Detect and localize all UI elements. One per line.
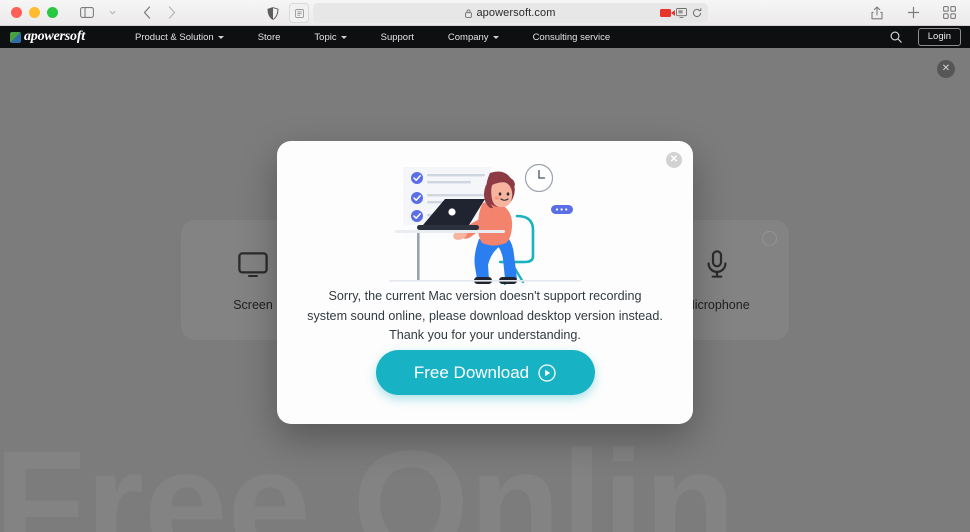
screen-share-icon[interactable]	[676, 8, 687, 18]
window-maximize-button[interactable]	[47, 7, 58, 18]
free-download-label: Free Download	[413, 362, 530, 382]
browser-right-controls	[866, 0, 960, 25]
browser-toolbar: apowersoft.com	[0, 0, 970, 26]
logo-mark-icon	[10, 31, 21, 43]
logo-text: apowersoft	[24, 29, 86, 44]
empty-circle-icon[interactable]	[762, 231, 777, 246]
reader-view-icon[interactable]	[289, 3, 309, 23]
back-button[interactable]	[136, 3, 158, 23]
nav-item-company[interactable]: Company	[431, 32, 516, 43]
microphone-icon	[706, 248, 728, 282]
source-card-label: Microphone	[684, 298, 750, 312]
nav-item-topic[interactable]: Topic	[297, 32, 363, 43]
url-field[interactable]: apowersoft.com	[313, 3, 708, 23]
window-close-button[interactable]	[11, 7, 22, 18]
nav-item-label: Store	[257, 31, 281, 43]
site-navigation-bar: apowersoft Product & Solution Store Topi…	[0, 26, 970, 48]
forward-button[interactable]	[161, 3, 183, 23]
modal-actions: Free Download	[277, 350, 693, 395]
sidebar-dropdown-icon[interactable]	[101, 3, 123, 23]
free-download-button[interactable]: Free Download	[375, 350, 595, 395]
nav-item-support[interactable]: Support	[364, 32, 431, 43]
chevron-down-icon	[217, 35, 224, 39]
nav-item-consulting-service[interactable]: Consulting service	[516, 32, 628, 43]
plus-icon[interactable]	[902, 3, 924, 23]
tab-grid-icon[interactable]	[938, 3, 960, 23]
url-text: apowersoft.com	[476, 7, 556, 19]
nav-item-product-solution[interactable]: Product & Solution	[118, 32, 241, 43]
chevron-down-icon	[492, 35, 499, 39]
camera-recording-icon[interactable]	[660, 9, 675, 17]
play-circle-icon	[538, 363, 556, 382]
nav-item-label: Product & Solution	[135, 31, 214, 43]
browser-nav-controls	[76, 3, 183, 23]
monitor-icon	[238, 248, 268, 282]
login-button[interactable]: Login	[917, 28, 961, 46]
source-card-label: Screen	[233, 298, 273, 312]
nav-item-label: Support	[380, 31, 414, 43]
reload-icon[interactable]	[692, 8, 702, 18]
screen-root: apowersoft.com apowersoft Product & Solu…	[0, 0, 970, 532]
page-close-button[interactable]: ✕	[937, 60, 955, 78]
window-minimize-button[interactable]	[29, 7, 40, 18]
window-traffic-lights	[0, 7, 58, 18]
nav-item-store[interactable]: Store	[241, 32, 298, 43]
nav-right-controls: Login	[890, 28, 961, 46]
mac-unsupported-modal: ✕ Sorry, the current Mac version doesn't…	[277, 141, 693, 424]
nav-item-label: Topic	[314, 31, 337, 43]
url-content: apowersoft.com	[465, 7, 555, 19]
lock-icon	[465, 9, 473, 18]
sidebar-icon[interactable]	[76, 3, 98, 23]
address-bar-area: apowersoft.com	[263, 3, 708, 23]
modal-message-text: Sorry, the current Mac version doesn't s…	[307, 289, 663, 343]
nav-item-label: Consulting service	[532, 31, 611, 43]
search-icon[interactable]	[890, 31, 902, 43]
chevron-down-icon	[340, 35, 347, 39]
share-icon[interactable]	[866, 3, 888, 23]
url-status-icons	[660, 3, 702, 23]
apowersoft-logo[interactable]: apowersoft	[10, 29, 85, 45]
nav-item-label: Company	[447, 31, 489, 43]
background-watermark-text: Free Onlin	[0, 419, 736, 532]
privacy-shield-icon[interactable]	[263, 3, 283, 23]
nav-items: Product & Solution Store Topic Support C…	[118, 32, 627, 43]
woman-at-laptop-illustration	[277, 161, 693, 289]
